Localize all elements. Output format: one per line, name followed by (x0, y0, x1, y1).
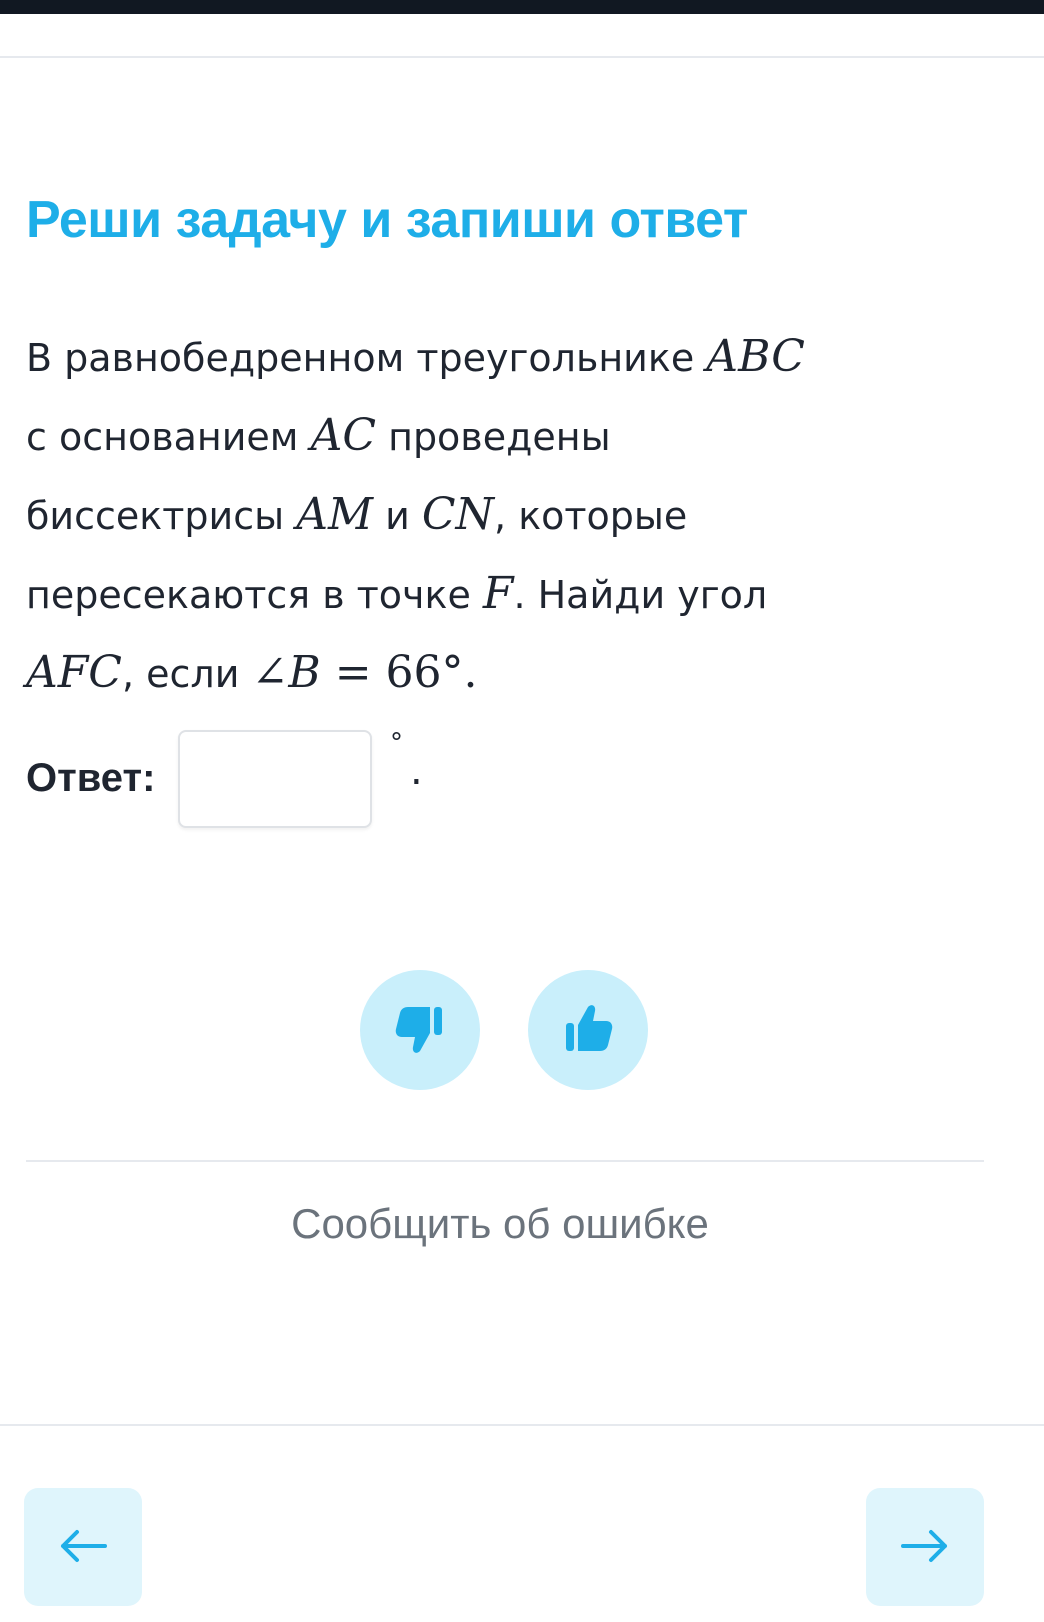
dislike-button[interactable] (360, 970, 480, 1090)
problem-text-part: . Найди угол (513, 573, 768, 617)
report-error-link[interactable]: Сообщить об ошибке (0, 1200, 1000, 1248)
problem-text-part: , которые (494, 494, 688, 538)
problem-text-part: В равнобедренном треугольнике (26, 336, 707, 380)
math-afc: AFC (26, 647, 122, 698)
problem-text-part: , если (121, 652, 252, 696)
answer-unit-degree: ° (390, 728, 403, 758)
math-am: AM (296, 489, 374, 540)
degree-symbol: ° (441, 647, 464, 698)
feedback-divider (26, 1160, 984, 1162)
next-button[interactable] (866, 1488, 984, 1606)
problem-end-period: . (463, 647, 478, 698)
problem-text-part: с основанием (26, 415, 311, 459)
answer-label: Ответ: (26, 756, 156, 800)
answer-input[interactable] (178, 730, 372, 828)
prev-button[interactable] (24, 1488, 142, 1606)
problem-text-part: пересекаются в точке (26, 573, 483, 617)
status-bar (0, 0, 1044, 14)
problem-text-part: биссектрисы (26, 494, 297, 538)
math-abc: ABC (706, 331, 805, 382)
answer-unit-period: . (410, 748, 423, 794)
angle-value: 66 (385, 647, 442, 698)
math-f: F (482, 568, 514, 619)
arrow-left-icon (55, 1526, 111, 1569)
equals-sign: = (320, 647, 386, 698)
problem-text-part: проведены (376, 415, 611, 459)
like-button[interactable] (528, 970, 648, 1090)
bottom-divider (0, 1424, 1044, 1426)
task-title: Реши задачу и запиши ответ (26, 191, 748, 249)
math-ac: AC (310, 410, 377, 461)
thumbs-up-icon (558, 999, 618, 1062)
thumbs-down-icon (390, 999, 450, 1062)
problem-text: В равнобедренном треугольнике ABC с осно… (26, 318, 986, 713)
angle-symbol: ∠ (251, 647, 289, 698)
problem-text-part: и (373, 494, 422, 538)
math-cn: CN (421, 489, 495, 540)
arrow-right-icon (897, 1526, 953, 1569)
top-divider (0, 56, 1044, 58)
math-b: B (288, 647, 321, 698)
